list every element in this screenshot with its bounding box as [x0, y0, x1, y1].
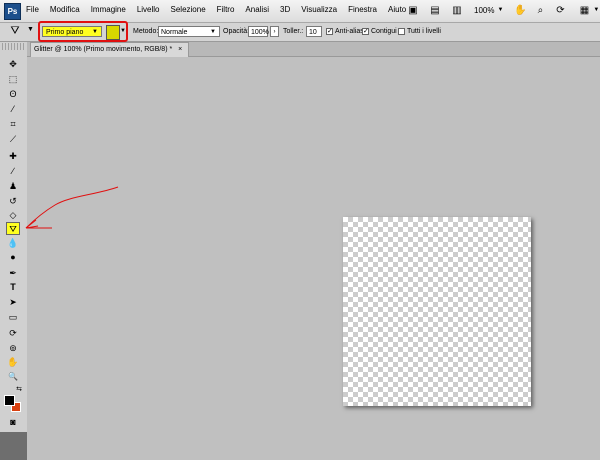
- mode-value: Normale: [161, 29, 188, 36]
- arrange-dropdown-icon[interactable]: ▼: [593, 7, 599, 13]
- clone-stamp-tool-icon[interactable]: ♟: [6, 180, 20, 193]
- marquee-tool-icon[interactable]: ⬚: [6, 73, 20, 86]
- tolerance-field[interactable]: 10: [306, 26, 322, 37]
- all-layers-label: Tutti i livelli: [407, 28, 441, 35]
- dodge-tool-icon[interactable]: ●: [6, 251, 20, 264]
- brush-tool-icon[interactable]: ∕: [6, 165, 20, 178]
- document-tab-title: Glitter @ 100% (Primo movimento, RGB/8) …: [34, 46, 173, 53]
- paint-bucket-preset-icon[interactable]: ⛛: [6, 24, 24, 39]
- annotation-arrow-curve: [25, 186, 119, 229]
- menu-items: File Modifica Immagine Livello Selezione…: [26, 5, 417, 14]
- contiguous-label: Contigui: [371, 28, 397, 35]
- all-layers-checkbox[interactable]: [398, 28, 405, 35]
- quick-mask-icon[interactable]: ◙: [6, 416, 20, 429]
- paint-bucket-tool-icon[interactable]: ⛛: [6, 222, 20, 235]
- tolerance-value: 10: [309, 29, 317, 36]
- type-tool-icon[interactable]: T: [6, 281, 20, 294]
- pen-tool-icon[interactable]: ✒: [6, 267, 20, 280]
- swap-colors-icon[interactable]: ⇆: [14, 383, 24, 396]
- annotation-highlight-box: [38, 21, 128, 42]
- document-tab[interactable]: Glitter @ 100% (Primo movimento, RGB/8) …: [30, 42, 190, 57]
- zoom-icon[interactable]: ⌕: [533, 3, 547, 17]
- document-canvas[interactable]: [343, 217, 531, 406]
- quick-select-tool-icon[interactable]: ⁄: [6, 103, 20, 116]
- eraser-tool-icon[interactable]: ◇: [6, 209, 20, 222]
- preset-dropdown-icon[interactable]: ▼: [27, 26, 34, 33]
- menu-file[interactable]: File: [26, 5, 39, 14]
- menu-selezione[interactable]: Selezione: [171, 5, 206, 14]
- mini-bridge-icon[interactable]: ▤: [428, 3, 442, 17]
- toolbox-grip[interactable]: [2, 43, 24, 50]
- move-tool-icon[interactable]: ✥: [6, 58, 20, 71]
- close-icon[interactable]: ×: [178, 46, 182, 53]
- history-brush-tool-icon[interactable]: ↺: [6, 195, 20, 208]
- menu-right-tools: ▣ ▤ ▥ 100% ▼ ✋ ⌕ ⟳ ▦ ▼ ▭: [406, 3, 600, 17]
- menu-3d[interactable]: 3D: [280, 5, 290, 14]
- hand-icon[interactable]: ✋: [513, 3, 527, 17]
- menu-finestra[interactable]: Finestra: [348, 5, 377, 14]
- zoom-dropdown-icon[interactable]: ▼: [497, 7, 503, 13]
- arrange-documents-icon[interactable]: ▦: [577, 3, 591, 17]
- opacity-slider-button[interactable]: ›: [270, 26, 279, 37]
- rotate-view-icon[interactable]: ⟳: [553, 3, 567, 17]
- mode-label: Metodo:: [133, 28, 159, 35]
- menu-bar: Ps File Modifica Immagine Livello Selezi…: [0, 0, 600, 23]
- antialias-checkbox[interactable]: ✓: [326, 28, 333, 35]
- 3d-rotate-tool-icon[interactable]: ⟳: [6, 327, 20, 340]
- menu-analisi[interactable]: Analisi: [245, 5, 269, 14]
- photoshop-logo: Ps: [4, 3, 21, 20]
- mode-select[interactable]: Normale ▼: [158, 26, 220, 37]
- menu-immagine[interactable]: Immagine: [91, 5, 126, 14]
- tolerance-label: Toller.:: [283, 28, 304, 35]
- contiguous-checkbox[interactable]: ✓: [362, 28, 369, 35]
- zoom-level[interactable]: 100%: [474, 6, 494, 15]
- zoom-tool-icon[interactable]: 🔍: [6, 370, 20, 383]
- chevron-down-icon: ▼: [210, 29, 216, 35]
- crop-tool-icon[interactable]: ⌗: [6, 118, 20, 131]
- antialias-label: Anti-alias: [335, 28, 364, 35]
- annotation-arrow-head: [25, 219, 39, 229]
- 3d-orbit-tool-icon[interactable]: ⊚: [6, 342, 20, 355]
- opacity-label: Opacità:: [223, 28, 250, 35]
- menu-modifica[interactable]: Modifica: [50, 5, 80, 14]
- healing-brush-tool-icon[interactable]: ✚: [6, 150, 20, 163]
- menu-visualizza[interactable]: Visualizza: [301, 5, 337, 14]
- path-select-tool-icon[interactable]: ➤: [6, 296, 20, 309]
- shape-tool-icon[interactable]: ▭: [6, 311, 20, 324]
- bridge-icon[interactable]: ▣: [406, 3, 420, 17]
- menu-aiuto[interactable]: Aiuto: [388, 5, 406, 14]
- opacity-field[interactable]: 100%: [248, 26, 269, 37]
- hand-tool-icon[interactable]: ✋: [6, 356, 20, 369]
- ruler-icon[interactable]: ▥: [450, 3, 464, 17]
- blur-tool-icon[interactable]: 💧: [6, 237, 20, 250]
- opacity-value: 100%: [251, 29, 269, 36]
- eyedropper-tool-icon[interactable]: ⟋: [6, 133, 20, 146]
- toolbox-footer: [0, 432, 27, 460]
- foreground-color-swatch[interactable]: [4, 395, 15, 406]
- menu-filtro[interactable]: Filtro: [217, 5, 235, 14]
- lasso-tool-icon[interactable]: ʘ: [6, 88, 20, 101]
- document-tab-bar: Glitter @ 100% (Primo movimento, RGB/8) …: [27, 42, 600, 57]
- menu-livello[interactable]: Livello: [137, 5, 160, 14]
